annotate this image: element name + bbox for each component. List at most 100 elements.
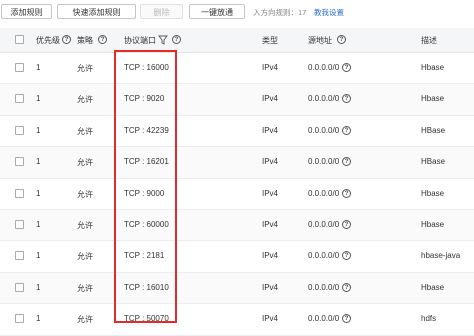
source-help-icon[interactable]: ? — [342, 125, 351, 135]
column-priority: 优先级 — [36, 36, 60, 45]
row-priority: 1 — [36, 188, 41, 198]
row-description: Hbase — [421, 63, 445, 72]
row-description: HBase — [421, 125, 446, 135]
source-help-icon[interactable]: ? — [342, 94, 351, 104]
table-row: 1 允许 TCP : 16010 IPv4 0.0.0.0/0? Hbase — [0, 272, 474, 305]
row-source: 0.0.0.0/0 — [308, 314, 340, 324]
row-description: Hbase — [421, 282, 445, 292]
row-policy: 允许 — [77, 252, 93, 262]
table-row: 1 允许 TCP : 16201 IPv4 0.0.0.0/0? HBase — [0, 147, 474, 179]
row-source: 0.0.0.0/0 — [308, 157, 340, 167]
row-source: 0.0.0.0/0 — [308, 63, 340, 72]
row-source: 0.0.0.0/0 — [308, 251, 340, 261]
source-help-icon[interactable]: ? — [342, 188, 351, 198]
row-priority: 1 — [36, 314, 41, 324]
row-policy: 允许 — [77, 95, 93, 105]
row-type: IPv4 — [262, 282, 279, 292]
row-description: Hbase — [421, 220, 445, 229]
row-policy: 允许 — [77, 283, 93, 293]
row-type: IPv4 — [262, 125, 279, 135]
row-priority: 1 — [36, 251, 41, 261]
delete-button[interactable]: 删除 — [140, 4, 183, 19]
row-protocol-port: TCP : 16201 — [124, 157, 169, 167]
table-row: 1 允许 TCP : 42239 IPv4 0.0.0.0/0? HBase — [0, 115, 474, 148]
one-click-allow-button[interactable]: 一键放通 — [189, 4, 245, 19]
row-policy: 允许 — [77, 189, 93, 199]
row-checkbox[interactable] — [15, 282, 24, 292]
column-description: 描述 — [421, 36, 437, 45]
row-type: IPv4 — [262, 63, 279, 72]
source-help-icon[interactable]: ? — [342, 63, 351, 72]
row-checkbox[interactable] — [15, 157, 24, 167]
priority-help-icon[interactable]: ? — [62, 35, 71, 44]
row-description: HBase — [421, 157, 446, 167]
source-help-icon[interactable]: ? — [342, 220, 351, 229]
row-description: Hbase — [421, 94, 445, 104]
table-row: 1 允许 TCP : 60000 IPv4 0.0.0.0/0? Hbase — [0, 210, 474, 242]
row-policy: 允许 — [77, 221, 93, 230]
row-type: IPv4 — [262, 251, 279, 261]
source-help-icon[interactable]: ? — [342, 314, 351, 324]
row-priority: 1 — [36, 94, 41, 104]
row-policy: 允许 — [77, 126, 93, 136]
column-policy: 策略 — [77, 36, 93, 45]
row-source: 0.0.0.0/0 — [308, 188, 340, 198]
row-checkbox[interactable] — [15, 188, 24, 198]
select-all-checkbox[interactable] — [15, 35, 24, 44]
row-checkbox[interactable] — [15, 94, 24, 104]
row-priority: 1 — [36, 157, 41, 167]
row-type: IPv4 — [262, 188, 279, 198]
protocol-port-help-icon[interactable]: ? — [172, 35, 181, 44]
row-priority: 1 — [36, 282, 41, 292]
row-source: 0.0.0.0/0 — [308, 94, 340, 104]
row-checkbox[interactable] — [15, 125, 24, 135]
row-protocol-port: TCP : 16010 — [124, 282, 169, 292]
row-checkbox[interactable] — [15, 251, 24, 261]
source-help-icon[interactable]: ? — [342, 282, 351, 292]
row-description: Hbase — [421, 188, 445, 198]
row-description: hbase-java — [421, 251, 461, 261]
row-type: IPv4 — [262, 314, 279, 324]
policy-help-icon[interactable]: ? — [98, 35, 107, 44]
quick-add-rule-button[interactable]: 快速添加规则 — [57, 4, 136, 19]
table-header: 优先级 ? 策略 ? 协议端口 ? 类型 源地址 ? 描述 — [0, 28, 474, 53]
row-protocol-port: TCP : 60000 — [124, 220, 169, 229]
row-protocol-port: TCP : 50070 — [124, 314, 169, 324]
row-source: 0.0.0.0/0 — [308, 220, 340, 229]
row-type: IPv4 — [262, 94, 279, 104]
add-rule-button[interactable]: 添加规则 — [1, 4, 52, 19]
filter-icon[interactable] — [158, 35, 168, 45]
row-policy: 允许 — [77, 315, 93, 325]
row-priority: 1 — [36, 220, 41, 229]
inbound-rules-count: 17 — [298, 8, 307, 17]
row-type: IPv4 — [262, 220, 279, 229]
column-type: 类型 — [262, 36, 278, 45]
table-row: 1 允许 TCP : 16000 IPv4 0.0.0.0/0? Hbase — [0, 53, 474, 85]
table-row: 1 允许 TCP : 2181 IPv4 0.0.0.0/0? hbase-java — [0, 241, 474, 273]
row-checkbox[interactable] — [15, 314, 24, 324]
toolbar: 添加规则 快速添加规则 删除 一键放通 入方向规则：17 教我设置 — [0, 0, 474, 24]
row-protocol-port: TCP : 2181 — [124, 251, 165, 261]
table-row: 1 允许 TCP : 50070 IPv4 0.0.0.0/0? hdfs — [0, 304, 474, 336]
row-priority: 1 — [36, 125, 41, 135]
row-source: 0.0.0.0/0 — [308, 282, 340, 292]
source-help-icon[interactable]: ? — [342, 251, 351, 261]
source-address-help-icon[interactable]: ? — [337, 35, 346, 44]
row-protocol-port: TCP : 16000 — [124, 63, 169, 72]
row-policy: 允许 — [77, 158, 93, 168]
table-row: 1 允许 TCP : 9000 IPv4 0.0.0.0/0? Hbase — [0, 178, 474, 210]
inbound-rules-label: 入方向规则：17 — [253, 7, 306, 18]
source-help-icon[interactable]: ? — [342, 157, 351, 167]
row-checkbox[interactable] — [15, 63, 24, 72]
table-row: 1 允许 TCP : 9020 IPv4 0.0.0.0/0? Hbase — [0, 84, 474, 116]
row-description: hdfs — [421, 314, 437, 324]
column-protocol-port: 协议端口 — [124, 36, 156, 45]
column-source-address: 源地址 — [308, 36, 332, 45]
row-source: 0.0.0.0/0 — [308, 125, 340, 135]
row-protocol-port: TCP : 9020 — [124, 94, 165, 104]
row-type: IPv4 — [262, 157, 279, 167]
inbound-rules-text: 入方向规则： — [253, 8, 298, 17]
row-priority: 1 — [36, 63, 41, 72]
row-checkbox[interactable] — [15, 220, 24, 229]
tutorial-link[interactable]: 教我设置 — [314, 7, 344, 18]
